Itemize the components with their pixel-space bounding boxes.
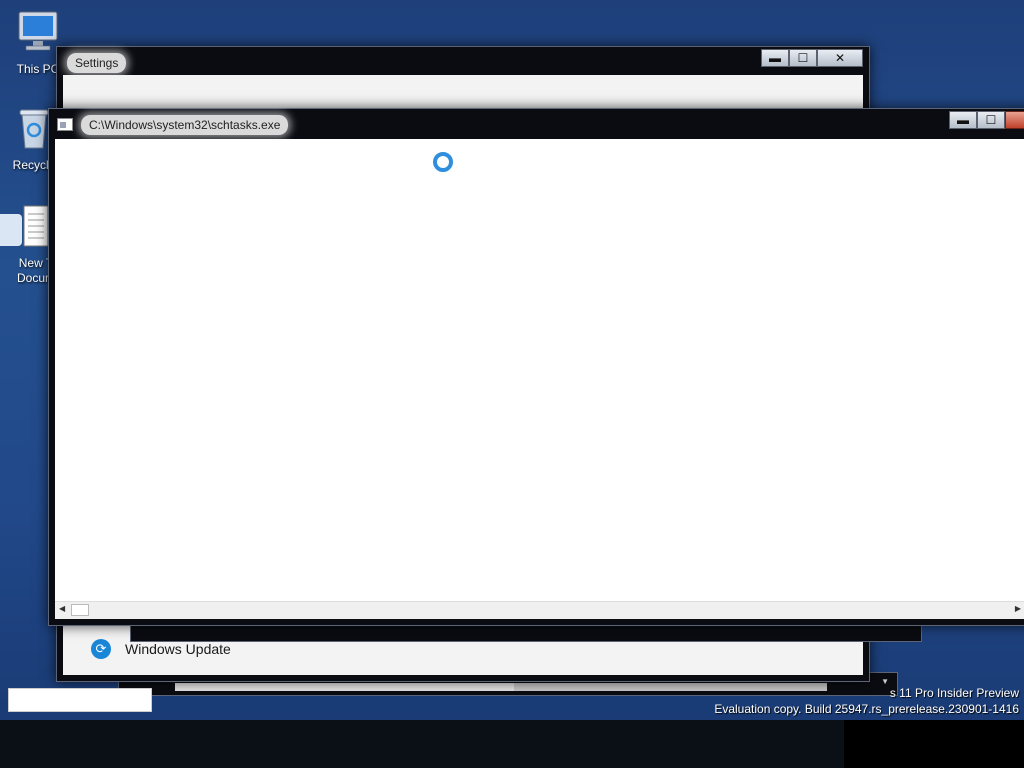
selection-highlight [0,214,22,246]
close-button[interactable]: ✕ [1005,111,1024,129]
loading-spinner-icon [433,152,453,172]
taskbar-tray [844,720,1024,768]
maximize-button[interactable]: ☐ [789,49,817,67]
watermark-edition: s 11 Pro Insider Preview [889,686,1019,700]
schtasks-window-title: C:\Windows\system32\schtasks.exe [81,115,289,135]
scroll-right-arrow-icon[interactable]: ▶ [1015,604,1021,613]
minimize-button[interactable]: ▬ [949,111,977,129]
schtasks-window-controls: ▬ ☐ ✕ [949,111,1024,129]
nav-item-label: Windows Update [125,641,231,657]
schtasks-content: ▲ ▼ ◀ ▶ [55,139,1024,619]
close-button[interactable]: ✕ [817,49,863,67]
scroll-left-arrow-icon[interactable]: ◀ [59,604,65,613]
maximize-button[interactable]: ☐ [977,111,1005,129]
schtasks-window[interactable]: C:\Windows\system32\schtasks.exe ▬ ☐ ✕ ▲… [48,108,1024,626]
taskbar-search-box[interactable] [8,688,152,712]
scrollbar-thumb[interactable] [71,604,89,616]
scrollbar-track [175,683,827,691]
nav-item-windows-update[interactable]: ⟳ Windows Update [91,639,231,659]
minimize-button[interactable]: ▬ [761,49,789,67]
console-app-icon [57,118,73,131]
settings-window-title: Settings [67,53,127,73]
scroll-down-arrow-icon[interactable]: ▼ [881,677,889,686]
sync-icon: ⟳ [91,639,111,659]
watermark-build: Evaluation copy. Build 25947.rs_prerelea… [714,702,1019,716]
settings-window-controls: ▬ ☐ ✕ [761,49,863,67]
taskbar [0,720,1024,768]
horizontal-scrollbar[interactable]: ◀ ▶ [55,601,1024,619]
